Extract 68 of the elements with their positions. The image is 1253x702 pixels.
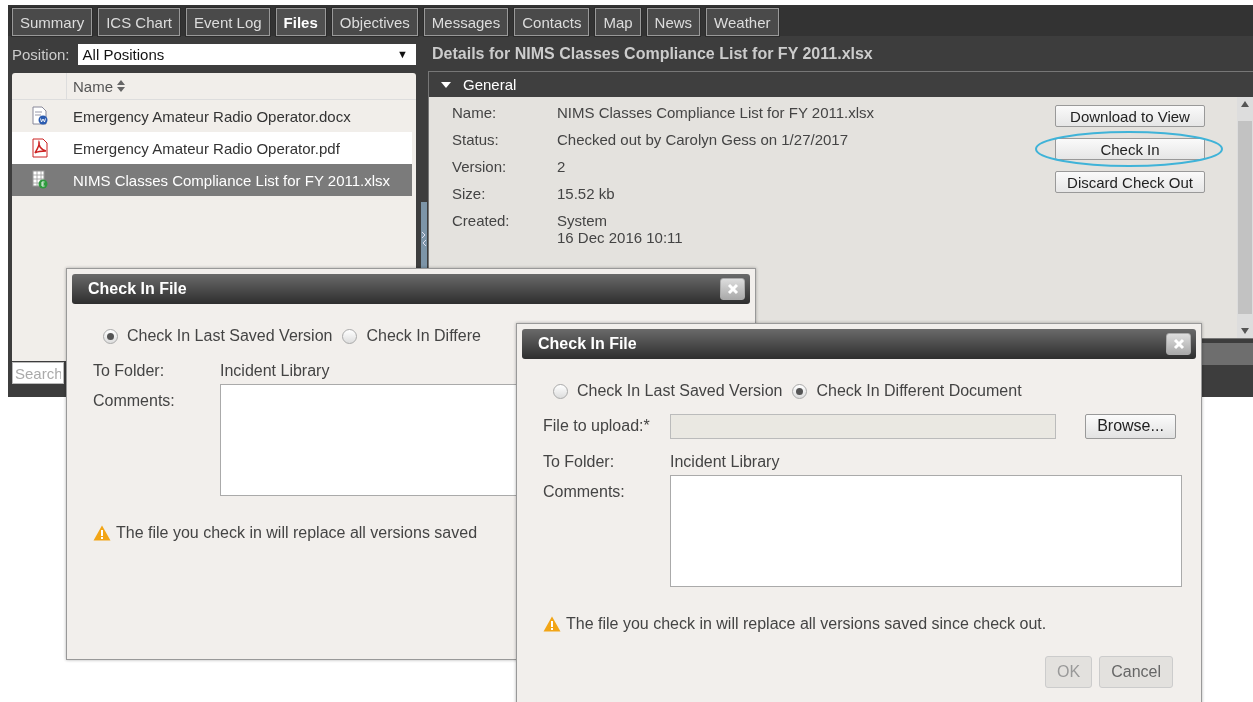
- file-row[interactable]: Emergency Amateur Radio Operator.pdf: [12, 132, 412, 164]
- dialog-title-bar: Check In File: [72, 274, 750, 304]
- radio-button[interactable]: [553, 383, 568, 399]
- comments-field[interactable]: [670, 475, 1182, 587]
- tab[interactable]: Summary: [12, 8, 93, 36]
- close-button[interactable]: [720, 278, 745, 300]
- position-dropdown[interactable]: All Positions ▼: [77, 43, 416, 65]
- action-button[interactable]: Download to View: [1055, 105, 1205, 127]
- field-value: 2: [557, 158, 567, 175]
- upload-label: File to upload:*: [543, 417, 651, 435]
- file-row[interactable]: NIMS Classes Compliance List for FY 2011.xlsx: [12, 164, 412, 196]
- action-button[interactable]: Discard Check Out: [1055, 171, 1205, 193]
- action-button[interactable]: Check In: [1055, 138, 1205, 160]
- tab[interactable]: Files: [275, 8, 326, 36]
- name-column-header[interactable]: Name: [67, 73, 125, 99]
- field-value: System: [557, 212, 608, 229]
- folder-label: To Folder:: [543, 453, 616, 471]
- comments-label: Comments:: [93, 392, 176, 410]
- spreadsheet-file-icon: [30, 170, 49, 190]
- field-label: Size:: [452, 185, 487, 202]
- dialog-button[interactable]: Cancel: [1099, 656, 1173, 688]
- dialog-title-bar: Check In File: [522, 329, 1196, 359]
- tab[interactable]: Messages: [423, 8, 509, 36]
- field-value: Checked out by Carolyn Gess on 1/27/2017: [557, 131, 849, 148]
- document-file-icon: [30, 106, 49, 126]
- tab[interactable]: Objectives: [331, 8, 418, 36]
- radio-label[interactable]: Check In Differe: [366, 327, 481, 345]
- tab[interactable]: Event Log: [186, 8, 270, 36]
- warning-icon: [543, 616, 561, 632]
- tab[interactable]: Weather: [706, 8, 779, 36]
- folder-value: Incident Library: [670, 453, 781, 471]
- radio-button[interactable]: [792, 383, 808, 399]
- radio-button[interactable]: [103, 328, 118, 344]
- details-title: Details for NIMS Classes Compliance List for FY 2011.xlsx: [431, 44, 874, 64]
- scroll-up-icon[interactable]: [1241, 101, 1249, 107]
- tab[interactable]: News: [646, 8, 701, 36]
- folder-value: Incident Library: [220, 362, 331, 380]
- field-label: Created:: [452, 212, 511, 231]
- sort-icon: [117, 80, 125, 92]
- radio-label[interactable]: Check In Last Saved Version: [127, 327, 333, 345]
- warning-text: The file you check in will replace all versions saved: [116, 524, 478, 542]
- tab[interactable]: Map: [595, 8, 641, 36]
- scroll-down-icon[interactable]: [1241, 328, 1249, 334]
- warning-text: The file you check in will replace all versions saved since check out.: [566, 615, 1047, 633]
- scrollbar[interactable]: [1237, 97, 1253, 338]
- close-icon: [1172, 338, 1185, 350]
- radio-label[interactable]: Check In Last Saved Version: [577, 382, 783, 400]
- close-button[interactable]: [1166, 333, 1191, 355]
- warning-icon: [93, 525, 111, 541]
- field-value: 16 Dec 2016 10:11: [557, 229, 684, 246]
- folder-label: To Folder:: [93, 362, 166, 380]
- pdf-file-icon: [29, 138, 50, 158]
- comments-label: Comments:: [543, 483, 626, 501]
- field-label: Status:: [452, 131, 500, 148]
- upload-field[interactable]: [670, 413, 1056, 439]
- field-label: Name:: [452, 104, 498, 121]
- tab[interactable]: Contacts: [514, 8, 590, 36]
- radio-button[interactable]: [342, 328, 358, 344]
- field-label: Version:: [452, 158, 508, 175]
- search-field[interactable]: Search: [12, 362, 64, 384]
- field-value: 15.52 kb: [557, 185, 616, 202]
- caret-icon: [441, 81, 451, 88]
- field-value: NIMS Classes Compliance List for FY 2011.xlsx: [557, 104, 876, 121]
- close-icon: [726, 283, 739, 295]
- radio-label[interactable]: Check In Different Document: [816, 382, 1022, 400]
- tab[interactable]: ICS Chart: [98, 8, 181, 36]
- position-label: Position:: [12, 45, 70, 63]
- browse-button[interactable]: Browse...: [1085, 413, 1176, 439]
